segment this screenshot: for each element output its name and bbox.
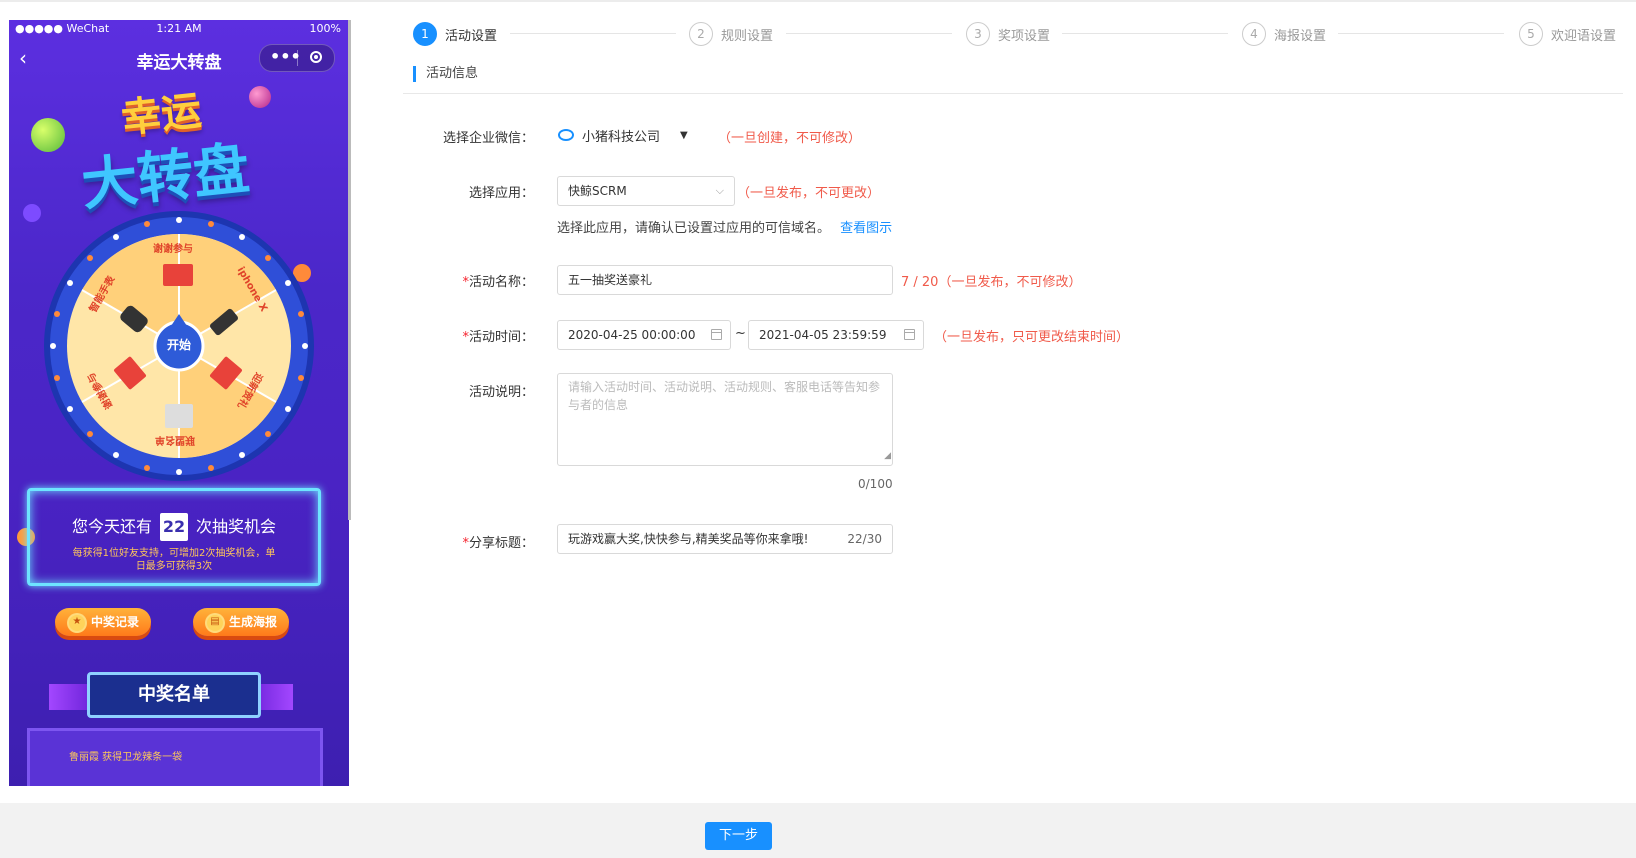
app-hint-text: 选择此应用，请确认已设置过应用的可信域名。: [557, 221, 831, 236]
records-button[interactable]: ★ 中奖记录: [55, 608, 151, 636]
step-connector: [510, 33, 676, 34]
wheel-segment-label: 联盟名单: [155, 434, 195, 445]
corp-select[interactable]: 小猪科技公司 ▼: [558, 121, 688, 149]
phone-status-bar: ●●●●● WeChat 1:21 AM 100%: [9, 20, 349, 38]
caret-down-icon: ▼: [680, 129, 688, 141]
winners-row: 鲁丽霞 获得卫龙辣条一袋: [69, 752, 183, 763]
app-hint: 选择此应用，请确认已设置过应用的可信域名。 查看图示: [557, 217, 892, 236]
chance-panel: 您今天还有 22 次抽奖机会 每获得1位好友支持，可增加2次抽奖机会，单日最多可获得…: [27, 488, 321, 586]
share-label: *分享标题：: [462, 536, 534, 551]
step-label: 奖项设置: [998, 28, 1051, 44]
chance-note: 每获得1位好友支持，可增加2次抽奖机会，单日最多可获得3次: [72, 548, 276, 572]
trophy-icon: ★: [66, 612, 87, 633]
step-1[interactable]: 1 活动设置: [413, 20, 497, 48]
step-label: 海报设置: [1274, 28, 1327, 44]
end-date-input[interactable]: 2021-04-05 23:59:59: [748, 320, 924, 350]
mini-program-capsule[interactable]: •••: [259, 44, 335, 72]
top-border: [0, 0, 1636, 2]
name-input[interactable]: 五一抽奖送豪礼: [557, 265, 893, 295]
share-title-value: 玩游戏赢大奖,快快参与,精美奖品等你来拿哦!: [568, 532, 809, 546]
decor-ball-green: [31, 118, 65, 152]
close-target-icon[interactable]: [310, 51, 322, 63]
calendar-icon[interactable]: [711, 329, 722, 340]
phone-nav-bar: ‹ 幸运大转盘 •••: [9, 42, 349, 74]
prize-wheel[interactable]: 谢谢参与 iphone X 迎新贺礼 联盟名单 谢谢参与 智能手表 开始: [39, 206, 319, 486]
poster-icon: ▤: [204, 612, 225, 633]
step-connector: [1062, 33, 1228, 34]
step-label: 活动设置: [445, 28, 498, 44]
step-number: 1: [413, 22, 437, 46]
wecom-icon: [558, 129, 574, 141]
time-note: （一旦发布，只可更改结束时间）: [934, 330, 1130, 345]
step-number: 4: [1242, 22, 1266, 46]
name-label: *活动名称：: [462, 275, 534, 290]
chance-text: 您今天还有 22 次抽奖机会: [30, 513, 318, 541]
start-date-input[interactable]: 2020-04-25 00:00:00: [557, 320, 731, 350]
desc-counter: 0/100: [858, 477, 893, 491]
app-note: （一旦发布，不可更改）: [737, 186, 881, 201]
resize-handle-icon[interactable]: ◢: [884, 447, 891, 465]
app-label: 选择应用：: [468, 186, 534, 201]
section-divider: [403, 93, 1623, 94]
desc-placeholder: 请输入活动时间、活动说明、活动规则、客服电话等告知参与者的信息: [568, 380, 881, 412]
next-step-button[interactable]: 下一步: [705, 822, 772, 850]
phone-preview: ●●●●● WeChat 1:21 AM 100% ‹ 幸运大转盘 ••• 幸运…: [9, 20, 349, 786]
preview-scrollbar[interactable]: [348, 20, 351, 520]
app-select[interactable]: 快鲸SCRM ⌵: [557, 176, 735, 206]
step-number: 2: [689, 22, 713, 46]
name-note: 7 / 20（一旦发布，不可修改）: [901, 275, 1082, 290]
step-3[interactable]: 3 奖项设置: [966, 20, 1050, 48]
wheel-start-button[interactable]: 开始: [163, 336, 195, 353]
desc-textarea[interactable]: 请输入活动时间、活动说明、活动规则、客服电话等告知参与者的信息 ◢: [557, 373, 893, 466]
decor-ball-pink: [249, 86, 271, 108]
step-connector: [786, 33, 952, 34]
step-label: 欢迎语设置: [1551, 28, 1617, 44]
wheel-segment-label: 谢谢参与: [153, 244, 193, 255]
footer-bar: [0, 803, 1636, 858]
corp-label: 选择企业微信：: [442, 131, 534, 146]
share-title-counter: 22/30: [847, 532, 882, 546]
corp-note: （一旦创建，不可修改）: [718, 131, 862, 146]
calendar-icon[interactable]: [904, 329, 915, 340]
chance-prefix: 您今天还有: [71, 517, 152, 536]
section-title: 活动信息: [413, 66, 478, 82]
step-4[interactable]: 4 海报设置: [1242, 20, 1326, 48]
step-number: 5: [1519, 22, 1543, 46]
step-connector: [1338, 33, 1504, 34]
battery-label: 100%: [309, 22, 341, 35]
winners-title: 中奖名单: [87, 672, 261, 718]
time-separator: ~: [735, 326, 746, 341]
view-diagram-link[interactable]: 查看图示: [840, 221, 892, 236]
poster-button[interactable]: ▤ 生成海报: [193, 608, 289, 636]
status-time: 1:21 AM: [156, 22, 202, 35]
share-title-input[interactable]: 玩游戏赢大奖,快快参与,精美奖品等你来拿哦! 22/30: [557, 524, 893, 554]
app-value: 快鲸SCRM: [568, 184, 627, 198]
step-label: 规则设置: [721, 28, 774, 44]
step-number: 3: [966, 22, 990, 46]
time-label: *活动时间：: [462, 330, 534, 345]
chance-count: 22: [160, 513, 188, 541]
chevron-down-icon: ⌵: [715, 184, 724, 197]
desc-label: 活动说明：: [468, 385, 534, 400]
step-2[interactable]: 2 规则设置: [689, 20, 773, 48]
chance-suffix: 次抽奖机会: [196, 517, 277, 536]
step-5[interactable]: 5 欢迎语设置: [1519, 20, 1616, 48]
corp-value: 小猪科技公司: [582, 129, 661, 145]
